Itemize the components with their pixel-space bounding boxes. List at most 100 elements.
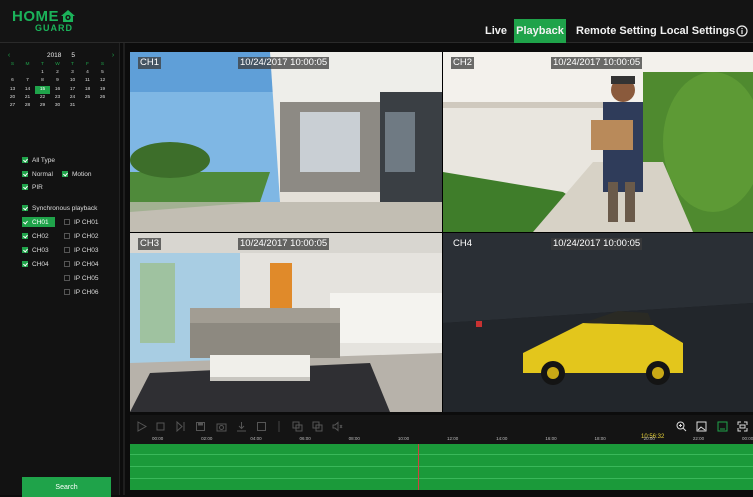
channel-label: IP CH04 [74,260,99,268]
calendar-day[interactable]: 22 [35,94,50,102]
checkbox-icon[interactable] [22,205,28,211]
backup-icon[interactable] [292,419,303,432]
calendar-day[interactable]: 24 [65,94,80,102]
snapshot-icon[interactable] [216,419,227,432]
channel-ip-ch02[interactable]: IP CH02 [64,231,98,241]
channel-ip-ch05[interactable]: IP CH05 [64,273,98,283]
calendar-day[interactable]: 6 [5,77,20,85]
volume-icon[interactable] [332,419,343,432]
checkbox-icon[interactable] [64,275,70,281]
calendar-day[interactable]: 19 [95,86,110,94]
calendar-day[interactable]: 17 [65,86,80,94]
fullscreen-icon[interactable] [717,419,728,432]
info-icon[interactable] [736,25,748,37]
save-icon[interactable] [195,419,206,431]
video-tile-4[interactable]: CH4 10/24/2017 10:00:05 [443,233,753,412]
weekday-label: T [41,62,44,67]
calendar-day[interactable]: 5 [95,69,110,77]
calendar-day[interactable]: 23 [50,94,65,102]
camera-feed-3 [130,233,442,412]
play-icon[interactable] [136,419,148,432]
calendar-day[interactable]: 10 [65,77,80,85]
calendar-day[interactable]: 7 [20,77,35,85]
channel-ip-ch01[interactable]: IP CH01 [64,217,98,227]
checkbox-icon[interactable] [22,219,28,225]
calendar-day[interactable]: 20 [5,94,20,102]
download-icon[interactable] [236,419,247,432]
timeline-ruler[interactable]: 10:56:32 00:00 02:00 04:00 06:00 08:00 10:00 1… [130,433,753,444]
checkbox-icon[interactable] [64,219,70,225]
search-button[interactable]: Search [22,477,111,497]
filter-pir[interactable]: PIR [22,182,43,192]
next-month-icon[interactable]: › [109,52,117,59]
expand-icon[interactable] [737,419,748,432]
calendar-year[interactable]: 2018 [47,52,61,59]
prev-month-icon[interactable]: ‹ [5,52,13,59]
video-tile-1[interactable]: CH1 10/24/2017 10:00:05 [130,52,442,232]
checkbox-icon[interactable] [22,184,28,190]
calendar-day[interactable]: 21 [20,94,35,102]
timeline-cursor[interactable] [418,444,419,490]
calendar-day[interactable]: 1 [35,69,50,77]
filter-all-type[interactable]: All Type [22,155,55,165]
checkbox-icon[interactable] [22,233,28,239]
calendar-day[interactable]: 8 [35,77,50,85]
checkbox-icon[interactable] [22,171,28,177]
timeline-track[interactable] [130,444,753,490]
nav-playback[interactable]: Playback [514,19,566,43]
calendar-day[interactable]: 30 [50,102,65,110]
checkbox-icon[interactable] [64,233,70,239]
step-icon[interactable] [175,419,186,433]
camera-feed-2 [443,52,753,232]
calendar-day[interactable]: 26 [95,94,110,102]
calendar-day[interactable]: 14 [20,86,35,94]
checkbox-icon[interactable] [22,261,28,267]
calendar-day[interactable]: 11 [80,77,95,85]
calendar-day[interactable]: 4 [80,69,95,77]
calendar-day[interactable]: 28 [20,102,35,110]
calendar-day[interactable]: 2 [50,69,65,77]
calendar-day[interactable]: 31 [65,102,80,110]
zoom-in-icon[interactable] [676,419,687,432]
calendar-day[interactable]: 15 [35,85,50,94]
calendar-day[interactable]: 9 [50,77,65,85]
calendar-month[interactable]: 5 [71,52,75,59]
channel-ip-ch04[interactable]: IP CH04 [64,259,98,269]
video-tile-3[interactable]: CH3 10/24/2017 10:00:05 [130,233,442,412]
channel-ip-ch06[interactable]: IP CH06 [64,287,98,297]
nav-live[interactable]: Live [485,19,507,43]
filter-normal[interactable]: Normal [22,169,53,179]
stop-icon[interactable] [155,419,166,431]
checkbox-icon[interactable] [22,157,28,163]
copy-icon[interactable] [312,419,323,432]
channel-ch03[interactable]: CH03 [22,245,49,255]
calendar-day[interactable]: 3 [65,69,80,77]
calendar-day[interactable]: 12 [95,77,110,85]
video-tile-2[interactable]: CH2 10/24/2017 10:00:05 [443,52,753,232]
calendar-day[interactable]: 25 [80,94,95,102]
calendar-day[interactable]: 29 [35,102,50,110]
calendar-day[interactable]: 13 [5,86,20,94]
calendar-day[interactable]: 16 [50,86,65,94]
filter-motion[interactable]: Motion [62,169,92,179]
calendar-day [5,69,20,77]
sidebar-splitter[interactable] [123,43,125,495]
sync-playback[interactable]: Synchronous playback [22,203,97,213]
checkbox-icon[interactable] [64,247,70,253]
checkbox-icon[interactable] [62,171,68,177]
calendar-day[interactable]: 27 [5,102,20,110]
checkbox-icon[interactable] [64,289,70,295]
fit-icon[interactable] [696,419,707,432]
channel-ch02[interactable]: CH02 [22,231,49,241]
logo: HOME GUARD [12,9,76,35]
nav-local-settings[interactable]: Local Settings [660,19,735,43]
channel-ip-ch03[interactable]: IP CH03 [64,245,98,255]
checkbox-icon[interactable] [64,261,70,267]
channel-ch04[interactable]: CH04 [22,259,49,269]
channel-ch01[interactable]: CH01 [22,217,55,227]
channel-label: IP CH05 [74,274,99,282]
nav-remote-setting[interactable]: Remote Setting [576,19,657,43]
calendar-day[interactable]: 18 [80,86,95,94]
checkbox-icon[interactable] [22,247,28,253]
clip-icon[interactable] [256,419,267,431]
